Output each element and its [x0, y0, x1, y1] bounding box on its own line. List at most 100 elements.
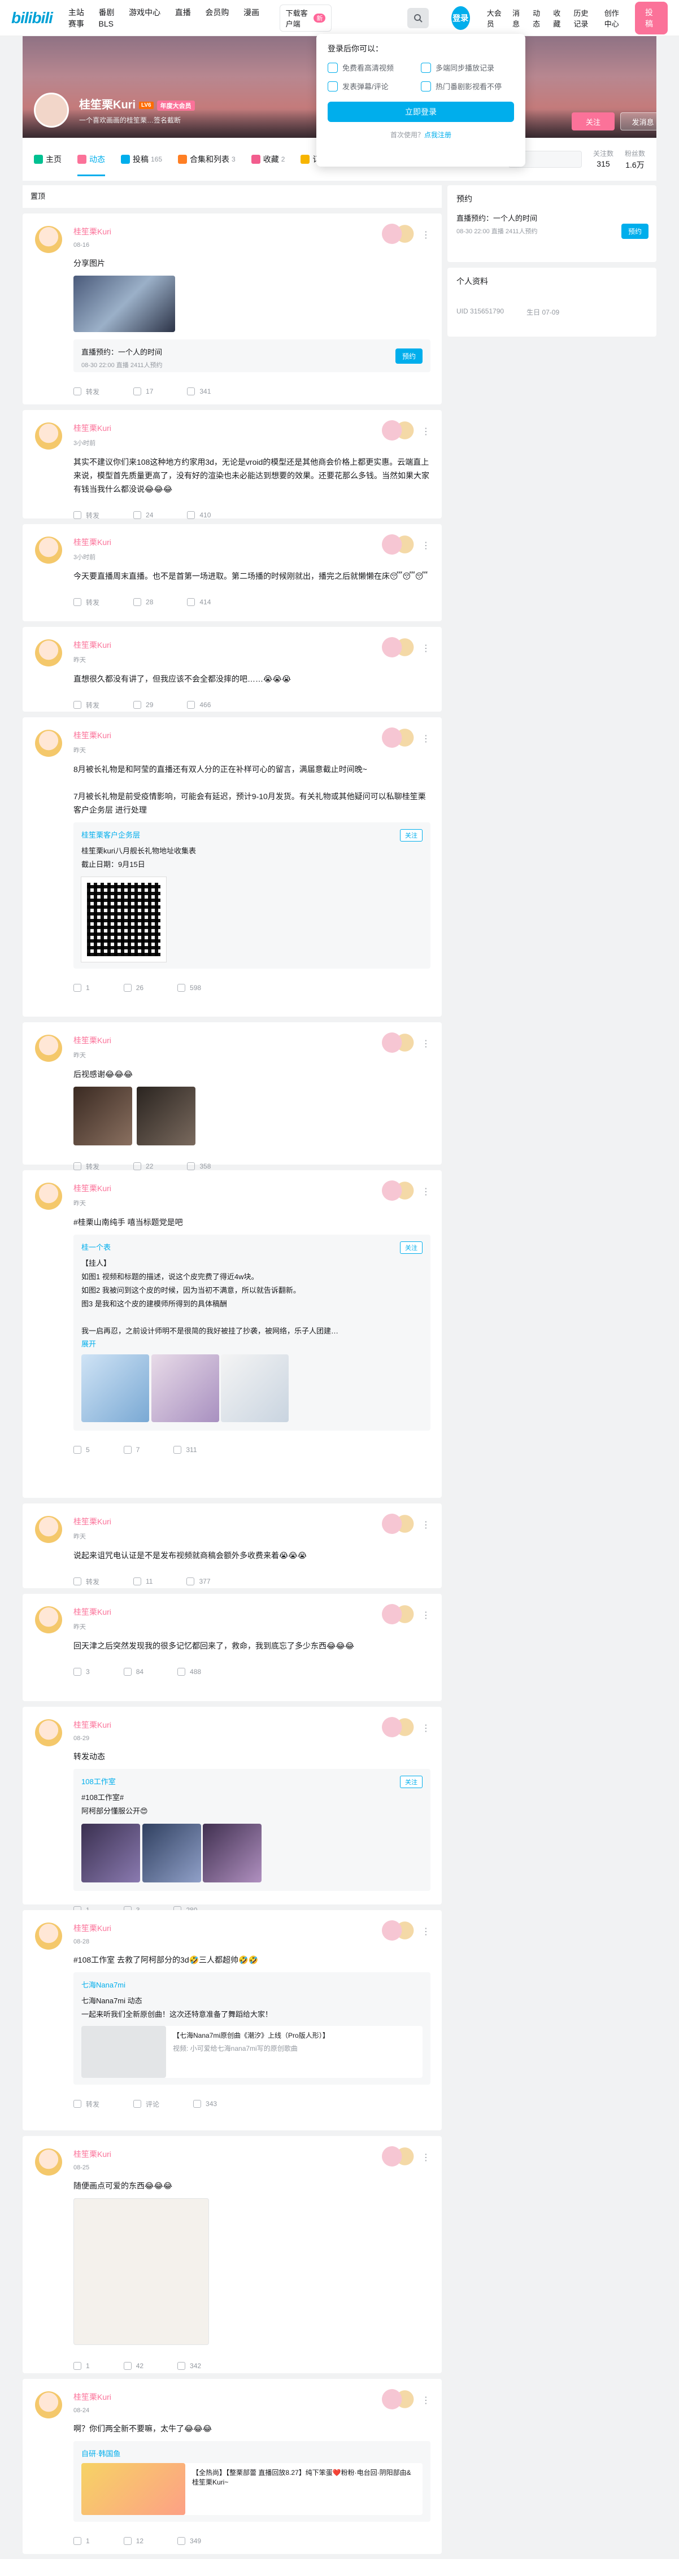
author-name[interactable]: 桂笙栗Kuri [73, 2391, 430, 2403]
avatar[interactable] [35, 1035, 62, 1062]
search-icon[interactable] [407, 7, 429, 28]
like-button[interactable]: 466 [187, 701, 211, 709]
post-image[interactable] [81, 1824, 140, 1882]
forward-button[interactable]: 1 [73, 984, 90, 992]
popup-login-button[interactable]: 立即登录 [328, 102, 514, 122]
expand-link[interactable]: 展开 [81, 1338, 423, 1349]
avatar[interactable] [35, 226, 62, 253]
forward-button[interactable]: 3 [73, 1668, 90, 1676]
post-image[interactable] [81, 1354, 149, 1422]
tab-videos[interactable]: 投稿 165 [121, 142, 162, 176]
comment-button[interactable]: 11 [133, 1577, 153, 1585]
like-button[interactable]: 341 [187, 387, 211, 395]
avatar[interactable] [35, 730, 62, 757]
forwarded-card[interactable]: 桂一个表 关注 【挂人】 如图1 视频和标题的描述，说这个皮完费了得近4w块。 … [73, 1235, 430, 1431]
author-name[interactable]: 桂笙栗Kuri [73, 1035, 430, 1046]
forward-button[interactable]: 5 [73, 1446, 90, 1454]
reserve-button[interactable]: 预约 [621, 224, 648, 239]
tab-favorites[interactable]: 收藏 2 [251, 142, 285, 176]
like-button[interactable]: 349 [177, 2537, 201, 2545]
nav-message[interactable]: 消息 [512, 7, 523, 29]
forward-button[interactable]: 转发 [73, 387, 99, 396]
following-count[interactable]: 关注数 315 [593, 149, 613, 171]
reserve-item[interactable]: 直播预约：一个人的时间 [456, 212, 647, 223]
comment-button[interactable]: 29 [133, 701, 153, 709]
more-icon[interactable]: ⋮ [421, 643, 430, 654]
nav-bls[interactable]: BLS [99, 19, 114, 28]
comment-button[interactable]: 7 [123, 1446, 140, 1454]
more-icon[interactable]: ⋮ [421, 1723, 430, 1734]
like-button[interactable]: 343 [193, 2100, 217, 2108]
author-name[interactable]: 桂笙栗Kuri [73, 226, 430, 237]
tab-home[interactable]: 主页 [34, 142, 62, 176]
avatar[interactable] [35, 422, 62, 450]
author-name[interactable]: 桂笙栗Kuri [73, 1923, 430, 1934]
forward-button[interactable]: 转发 [73, 2099, 99, 2109]
post-image[interactable] [73, 276, 175, 332]
upload-button[interactable]: 投稿 [634, 1, 668, 34]
follower-count[interactable]: 粉丝数 1.6万 [625, 149, 645, 171]
forward-author[interactable]: 七海Nana7mi [81, 1979, 423, 1990]
avatar[interactable] [35, 639, 62, 666]
author-name[interactable]: 桂笙栗Kuri [73, 1183, 430, 1194]
forward-button[interactable]: 转发 [73, 1577, 99, 1586]
nav-anime[interactable]: 番剧 [99, 8, 115, 17]
post-image[interactable] [151, 1354, 219, 1422]
post-image[interactable] [73, 1087, 132, 1145]
comment-button[interactable]: 12 [123, 2537, 143, 2545]
like-button[interactable]: 598 [177, 984, 201, 992]
tab-collections[interactable]: 合集和列表 3 [178, 142, 236, 176]
like-button[interactable]: 342 [177, 2362, 201, 2370]
forward-author[interactable]: 自研·韩国鱼 [81, 2448, 423, 2459]
tab-dynamic[interactable]: 动态 [77, 142, 105, 176]
avatar[interactable] [35, 1516, 62, 1543]
like-button[interactable]: 358 [187, 1162, 211, 1170]
comment-button[interactable]: 26 [123, 984, 143, 992]
forwarded-card[interactable]: 桂笙栗客户企务层 关注 桂笙栗kuri八月舰长礼物地址收集表 截止日期：9月15… [73, 822, 430, 969]
like-button[interactable]: 414 [187, 598, 211, 606]
more-icon[interactable]: ⋮ [421, 1186, 430, 1197]
author-name[interactable]: 桂笙栗Kuri [73, 537, 430, 548]
follow-button[interactable]: 关注 [572, 112, 615, 130]
bilibili-logo[interactable]: bilibili [11, 9, 53, 27]
more-icon[interactable]: ⋮ [421, 733, 430, 744]
avatar[interactable] [35, 2391, 62, 2418]
comment-button[interactable]: 42 [123, 2362, 143, 2370]
avatar[interactable] [35, 1923, 62, 1950]
nav-live[interactable]: 直播 [175, 8, 191, 17]
avatar[interactable] [35, 2148, 62, 2176]
avatar[interactable] [34, 93, 69, 128]
comment-button[interactable]: 24 [133, 511, 153, 519]
video-title[interactable]: 【七海Nana7mi原创曲《潮汐》上线（Pro版人形）】 [173, 2030, 329, 2040]
qr-code-image[interactable] [81, 877, 167, 962]
more-icon[interactable]: ⋮ [421, 229, 430, 241]
author-name[interactable]: 桂笙栗Kuri [73, 730, 430, 741]
more-icon[interactable]: ⋮ [421, 1610, 430, 1621]
forward-button[interactable]: 1 [73, 2362, 90, 2370]
forward-author[interactable]: 桂一个表 [81, 1241, 423, 1252]
comment-button[interactable]: 84 [123, 1668, 143, 1676]
comment-button[interactable]: 评论 [133, 2099, 159, 2109]
nav-match[interactable]: 赛事 [68, 19, 84, 28]
author-name[interactable]: 桂笙栗Kuri [73, 422, 430, 434]
post-image[interactable] [203, 1824, 262, 1882]
reserve-button[interactable]: 预约 [395, 348, 423, 364]
like-button[interactable]: 488 [177, 1668, 201, 1676]
nav-dynamic[interactable]: 动态 [533, 7, 543, 29]
nav-game[interactable]: 游戏中心 [129, 8, 160, 17]
like-button[interactable]: 377 [186, 1577, 211, 1585]
post-image[interactable] [136, 1087, 195, 1145]
forward-button[interactable]: 1 [73, 2537, 90, 2545]
nav-home[interactable]: 主站 [68, 8, 84, 17]
more-icon[interactable]: ⋮ [421, 1519, 430, 1531]
post-image[interactable] [221, 1354, 289, 1422]
nav-mall[interactable]: 会员购 [205, 8, 229, 17]
nav-manga[interactable]: 漫画 [243, 8, 259, 17]
author-name[interactable]: 桂笙栗Kuri [73, 1719, 430, 1731]
more-icon[interactable]: ⋮ [421, 426, 430, 437]
nav-favorite[interactable]: 收藏 [553, 7, 563, 29]
post-image[interactable] [73, 2198, 209, 2345]
forward-button[interactable]: 转发 [73, 1162, 99, 1171]
post-image[interactable] [142, 1824, 201, 1882]
forwarded-card[interactable]: 108工作室 关注 #108工作室# 阿柯部分懂服公开😍 [73, 1769, 430, 1891]
